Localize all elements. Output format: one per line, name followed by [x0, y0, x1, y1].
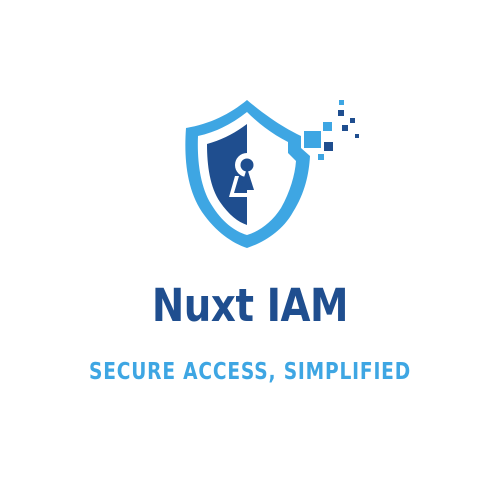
shield-keyhole-icon: [185, 100, 359, 248]
pixel-squares: [304, 100, 359, 160]
brand-tagline: SECURE ACCESS, SIMPLIFIED: [88, 359, 412, 385]
brand-name: Nuxt IAM: [151, 279, 349, 332]
logo: Nuxt IAM SECURE ACCESS, SIMPLIFIED: [0, 0, 500, 500]
